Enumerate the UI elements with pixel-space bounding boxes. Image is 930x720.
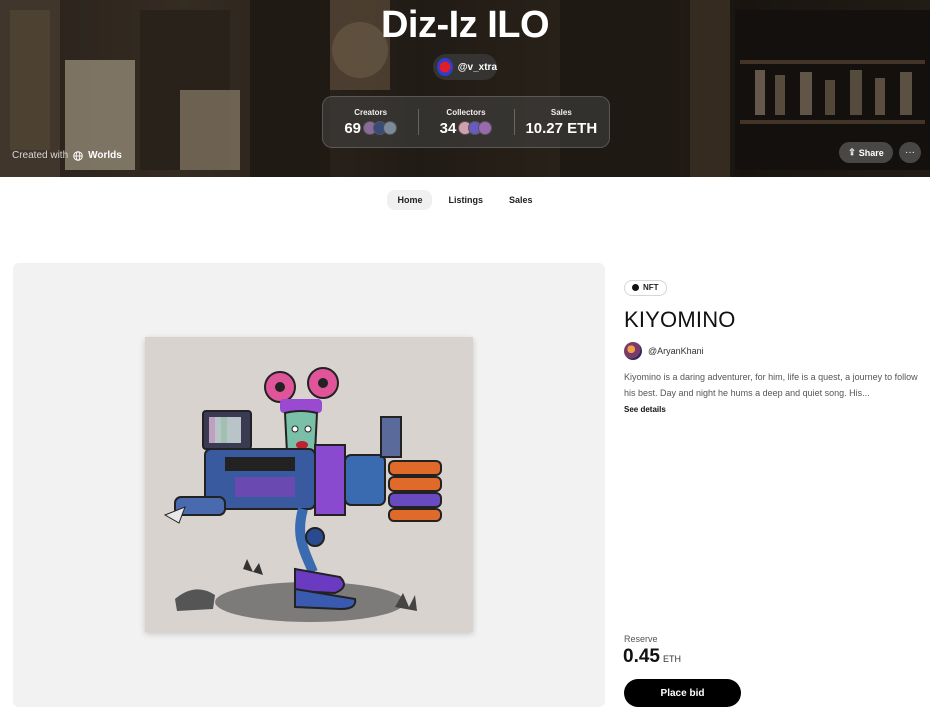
creator-avatars [363,121,397,135]
see-details-link[interactable]: See details [624,405,920,414]
nft-description: Kiyomino is a daring adventurer, for him… [624,372,918,398]
globe-icon [73,150,83,161]
reserve-price: 0.45 ETH [623,646,681,668]
collection-hero: Diz-Iz ILO @v_xtra Creators 69 Collector… [0,0,930,177]
reserve-amount: 0.45 [623,646,660,667]
created-with-worlds[interactable]: Created with Worlds [12,150,122,161]
artwork-panel [13,263,605,707]
stat-value: 34 [439,119,457,137]
created-with-label: Created with [12,150,69,161]
owner-handle: @v_xtra [457,61,497,73]
stat-value: 10.27 ETH [525,119,598,137]
collector-avatars [458,121,493,135]
place-bid-button[interactable]: Place bid [624,679,741,707]
reserve-unit: ETH [662,654,681,664]
share-button[interactable]: ⇪ Share [839,142,893,163]
stat-value: 69 [344,119,361,137]
nft-badge-icon [632,284,639,291]
collection-title: Diz-Iz ILO [380,4,550,46]
tab-listings[interactable]: Listings [438,190,493,210]
creator-link[interactable]: @AryanKhani [624,342,920,360]
created-with-brand: Worlds [88,150,122,161]
stat-collectors[interactable]: Collectors 34 [418,97,513,147]
share-label: Share [858,147,884,158]
creator-handle: @AryanKhani [648,346,704,356]
reserve-label: Reserve [624,634,658,644]
nft-badge: NFT [624,279,667,296]
nft-artwork-image[interactable] [145,337,473,632]
nft-details: NFT KIYOMINO @AryanKhani Kiyomino is a d… [624,278,920,414]
share-icon: ⇪ [848,147,856,157]
owner-avatar [437,58,453,76]
more-options-button[interactable]: ··· [899,142,921,163]
tab-sales[interactable]: Sales [499,190,543,210]
stat-label: Sales [550,107,572,117]
collection-tabs: Home Listings Sales [0,190,930,210]
nft-artwork-illustration [145,337,473,632]
tab-home[interactable]: Home [387,190,433,210]
collection-stats: Creators 69 Collectors 34 Sales 10.27 ET… [322,96,610,148]
stat-sales[interactable]: Sales 10.27 ETH [513,97,609,147]
nft-title: KIYOMINO [624,307,736,332]
creator-avatar [624,342,642,360]
nft-badge-label: NFT [643,283,659,292]
stat-label: Creators [354,107,388,117]
owner-profile-link[interactable]: @v_xtra [433,54,497,80]
more-icon: ··· [905,147,915,158]
stat-label: Collectors [446,107,486,117]
stat-creators[interactable]: Creators 69 [323,97,418,147]
